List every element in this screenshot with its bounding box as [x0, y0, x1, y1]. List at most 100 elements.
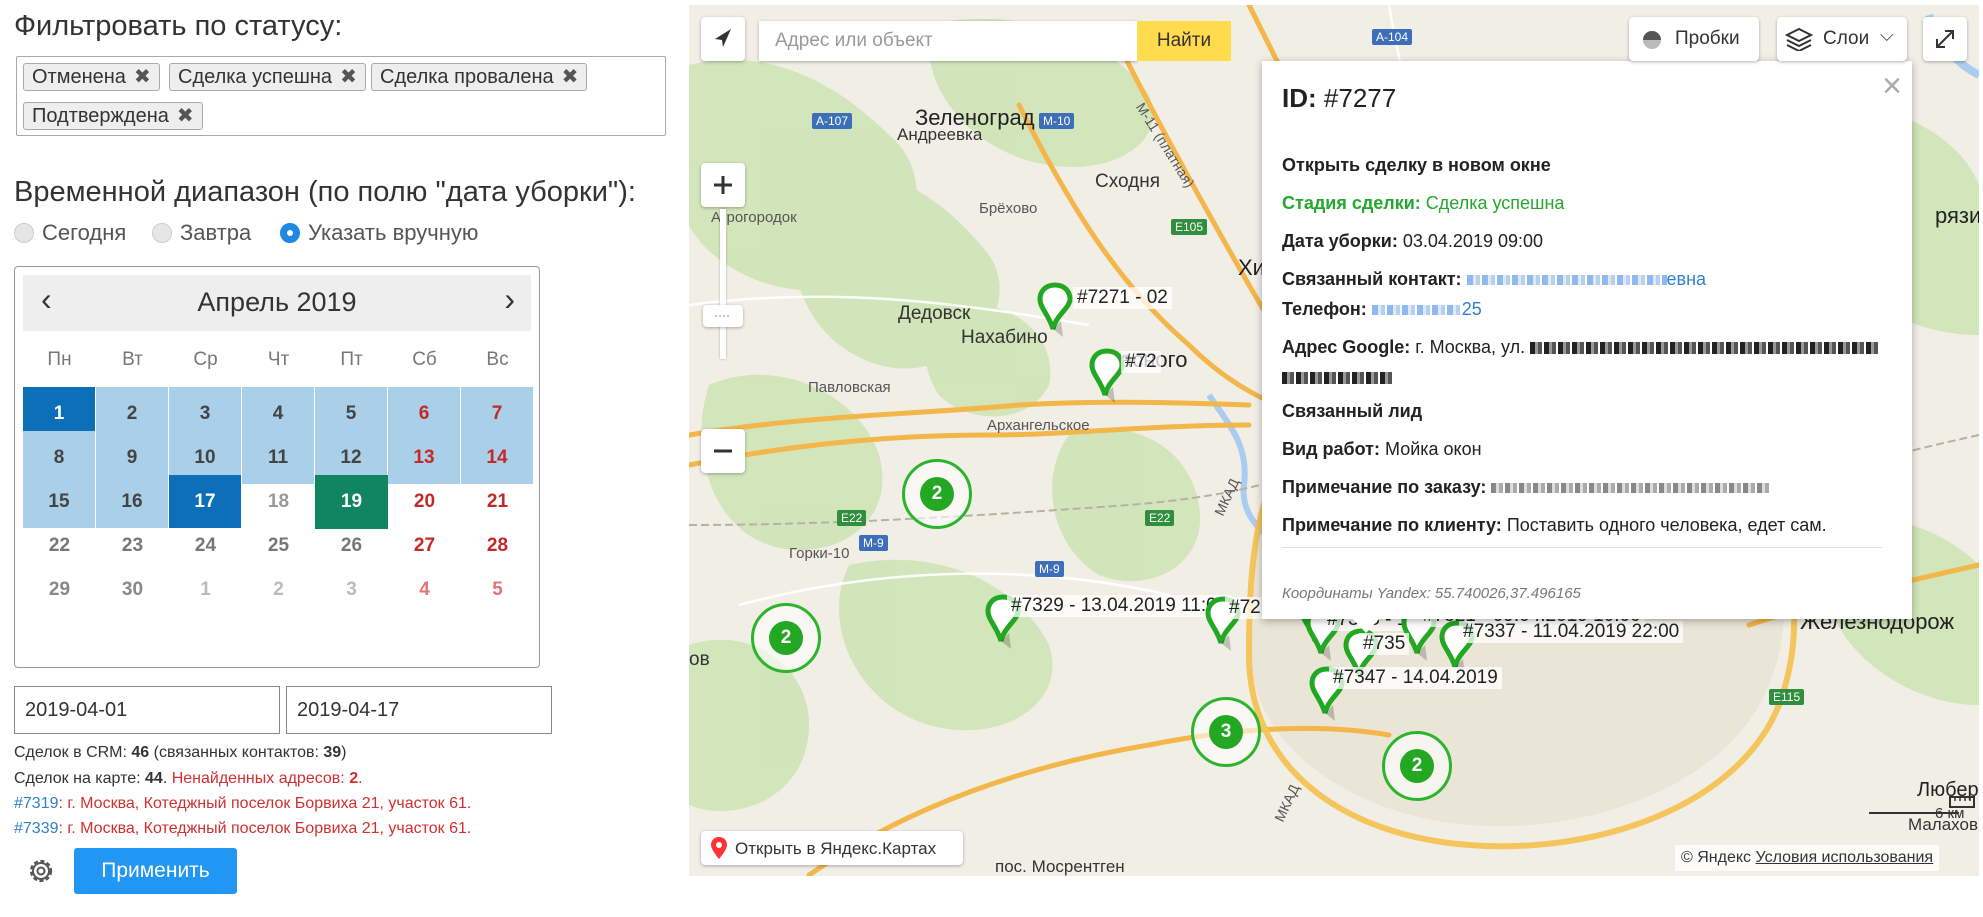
road-shield: E105 [1171, 219, 1208, 235]
redacted-text [1491, 483, 1772, 494]
field-value: г. Москва, ул. [1415, 337, 1526, 357]
radio-dot[interactable] [14, 223, 34, 243]
calendar-day[interactable]: 29 [23, 563, 96, 617]
calendar-header: ‹ Апрель 2019 › [23, 275, 531, 331]
status-tag-confirmed: Подтверждена ✖ [23, 102, 203, 130]
road-shield: E22 [837, 510, 867, 526]
deal-pin-label[interactable]: #72 [1121, 351, 1161, 373]
map-cluster[interactable]: 2 [1382, 731, 1452, 801]
radio-dot-selected[interactable] [280, 223, 300, 243]
radio-dot[interactable] [152, 223, 172, 243]
gear-icon[interactable] [26, 856, 56, 886]
calendar-day[interactable]: 30 [96, 563, 169, 617]
tag-label: Подтверждена [32, 105, 169, 127]
deal-pin-label[interactable]: #7337 - 11.04.2019 22:00 [1459, 621, 1684, 643]
chevron-down-icon: ⌵ [1880, 25, 1894, 45]
tag-label: Отменена [32, 66, 126, 88]
deal-id: ID: #7277 [1282, 83, 1396, 114]
close-icon[interactable]: × [1882, 69, 1902, 103]
deal-pin-label[interactable]: #72 [1225, 597, 1265, 619]
calendar-day[interactable]: 3 [315, 563, 388, 617]
calendar-month-label: Апрель 2019 [197, 287, 357, 317]
plus-icon [714, 176, 732, 194]
layers-button[interactable]: Слои ⌵ [1777, 17, 1907, 61]
open-in-yandex-button[interactable]: Открыть в Яндекс.Картах [701, 831, 963, 865]
road-shield: М-9 [859, 535, 888, 551]
field-label: Стадия сделки: [1282, 193, 1421, 213]
next-month-icon[interactable]: › [504, 281, 515, 318]
date-to-input[interactable]: 2019-04-17 [286, 686, 552, 734]
field-label: Примечание по клиенту: [1282, 515, 1502, 535]
yandex-map[interactable]: Зеленоград Андреевка Сходня Брёхово Агро… [689, 5, 1979, 876]
map-label: ов [689, 649, 710, 670]
date-range-calendar: ‹ Апрель 2019 › Пн Вт Ср Чт Пт Сб Вс 123456789… [14, 266, 540, 668]
client-note: Примечание по клиенту: Поставить одного … [1282, 515, 1827, 536]
stat-label: (связанных контактов: [149, 744, 324, 761]
weekday-label: Сб [412, 349, 437, 370]
cluster-count: 2 [1400, 749, 1434, 783]
traffic-button[interactable]: Пробки [1629, 17, 1759, 61]
deal-link[interactable]: #7319 [14, 795, 59, 812]
date-from-input[interactable]: 2019-04-01 [14, 686, 280, 734]
remove-tag-icon[interactable]: ✖ [177, 105, 194, 127]
zoom-track[interactable] [720, 209, 726, 359]
geolocation-button[interactable] [701, 17, 745, 61]
zoom-in-button[interactable] [701, 163, 745, 207]
notfound-address-row: #7319: г. Москва, Котеджный поселок Борв… [14, 795, 471, 813]
map-cluster[interactable]: 3 [1191, 697, 1261, 767]
status-tag-deal-success: Сделка успешна ✖ [169, 63, 366, 91]
stat-value: 44 [145, 770, 163, 787]
redacted-text [1371, 305, 1462, 316]
filter-panel: Фильтровать по статусу: Отменена ✖ Сделка… [0, 0, 680, 917]
field-label: Примечание по заказу: [1282, 477, 1487, 497]
remove-tag-icon[interactable]: ✖ [562, 66, 579, 88]
notfound-value: 2 [349, 770, 359, 787]
calendar-day[interactable]: 5 [461, 563, 534, 617]
road-shield: А-104 [1372, 29, 1413, 45]
radio-tomorrow[interactable]: Завтра [152, 220, 251, 246]
map-cluster[interactable]: 2 [751, 603, 821, 673]
map-label: Андреевка [897, 125, 983, 144]
crm-deals-stat: Сделок в CRM: 46 (связанных контактов: 3… [14, 744, 347, 762]
remove-tag-icon[interactable]: ✖ [340, 66, 357, 88]
deal-stage: Стадия сделки: Сделка успешна [1282, 193, 1564, 214]
open-deal-link[interactable]: Открыть сделку в новом окне [1282, 155, 1551, 176]
divider [1282, 547, 1882, 548]
deal-pin-label[interactable]: #735 [1359, 633, 1410, 655]
stat-label: Сделок в CRM: [14, 744, 132, 761]
field-value: 03.04.2019 09:00 [1402, 231, 1544, 251]
open-in-yandex-label: Открыть в Яндекс.Картах [735, 839, 937, 858]
zoom-out-button[interactable] [701, 429, 745, 473]
road-shield: E22 [1145, 510, 1175, 526]
work-type: Вид работ: Мойка окон [1282, 439, 1482, 460]
phone-link[interactable]: 25 [1462, 299, 1482, 319]
status-tag-box[interactable]: Отменена ✖ Сделка успешна ✖ Сделка провале… [16, 56, 666, 136]
calendar-day[interactable]: 1 [169, 563, 242, 617]
field-label: Телефон: [1282, 299, 1367, 319]
copyright-text: © Яндекс [1681, 849, 1752, 866]
field-label: Координаты Yandex: [1282, 585, 1431, 602]
road-shield: М-9 [1035, 561, 1064, 577]
field-label: Адрес Google: [1282, 337, 1411, 357]
remove-tag-icon[interactable]: ✖ [134, 66, 151, 88]
map-search-input[interactable]: Адрес или объект [759, 21, 1137, 61]
terms-link[interactable]: Условия использования [1756, 849, 1934, 866]
fullscreen-button[interactable] [1923, 17, 1967, 61]
contact-link[interactable]: евна [1667, 269, 1707, 289]
deal-pin-label[interactable]: #7271 - 02 [1073, 287, 1172, 309]
weekday-label: Чт [267, 349, 290, 370]
deal-pin-label[interactable]: #7347 - 14.04.2019 [1329, 667, 1502, 689]
road-shield: М-10 [1039, 113, 1075, 129]
map-label: Сходня [1095, 171, 1161, 192]
linked-lead-link[interactable]: Связанный лид [1282, 401, 1422, 422]
apply-button[interactable]: Применить [74, 848, 237, 894]
radio-today[interactable]: Сегодня [14, 220, 126, 246]
deal-link[interactable]: #7339 [14, 820, 59, 837]
map-cluster[interactable]: 2 [902, 459, 972, 529]
deal-pin-label[interactable]: #7329 - 13.04.2019 11:00 [1007, 595, 1232, 617]
map-find-button[interactable]: Найти [1137, 21, 1231, 61]
calendar-day[interactable]: 4 [388, 563, 461, 617]
zoom-slider-handle[interactable] [703, 305, 743, 327]
radio-manual[interactable]: Указать вручную [280, 220, 478, 246]
calendar-day[interactable]: 2 [242, 563, 315, 617]
